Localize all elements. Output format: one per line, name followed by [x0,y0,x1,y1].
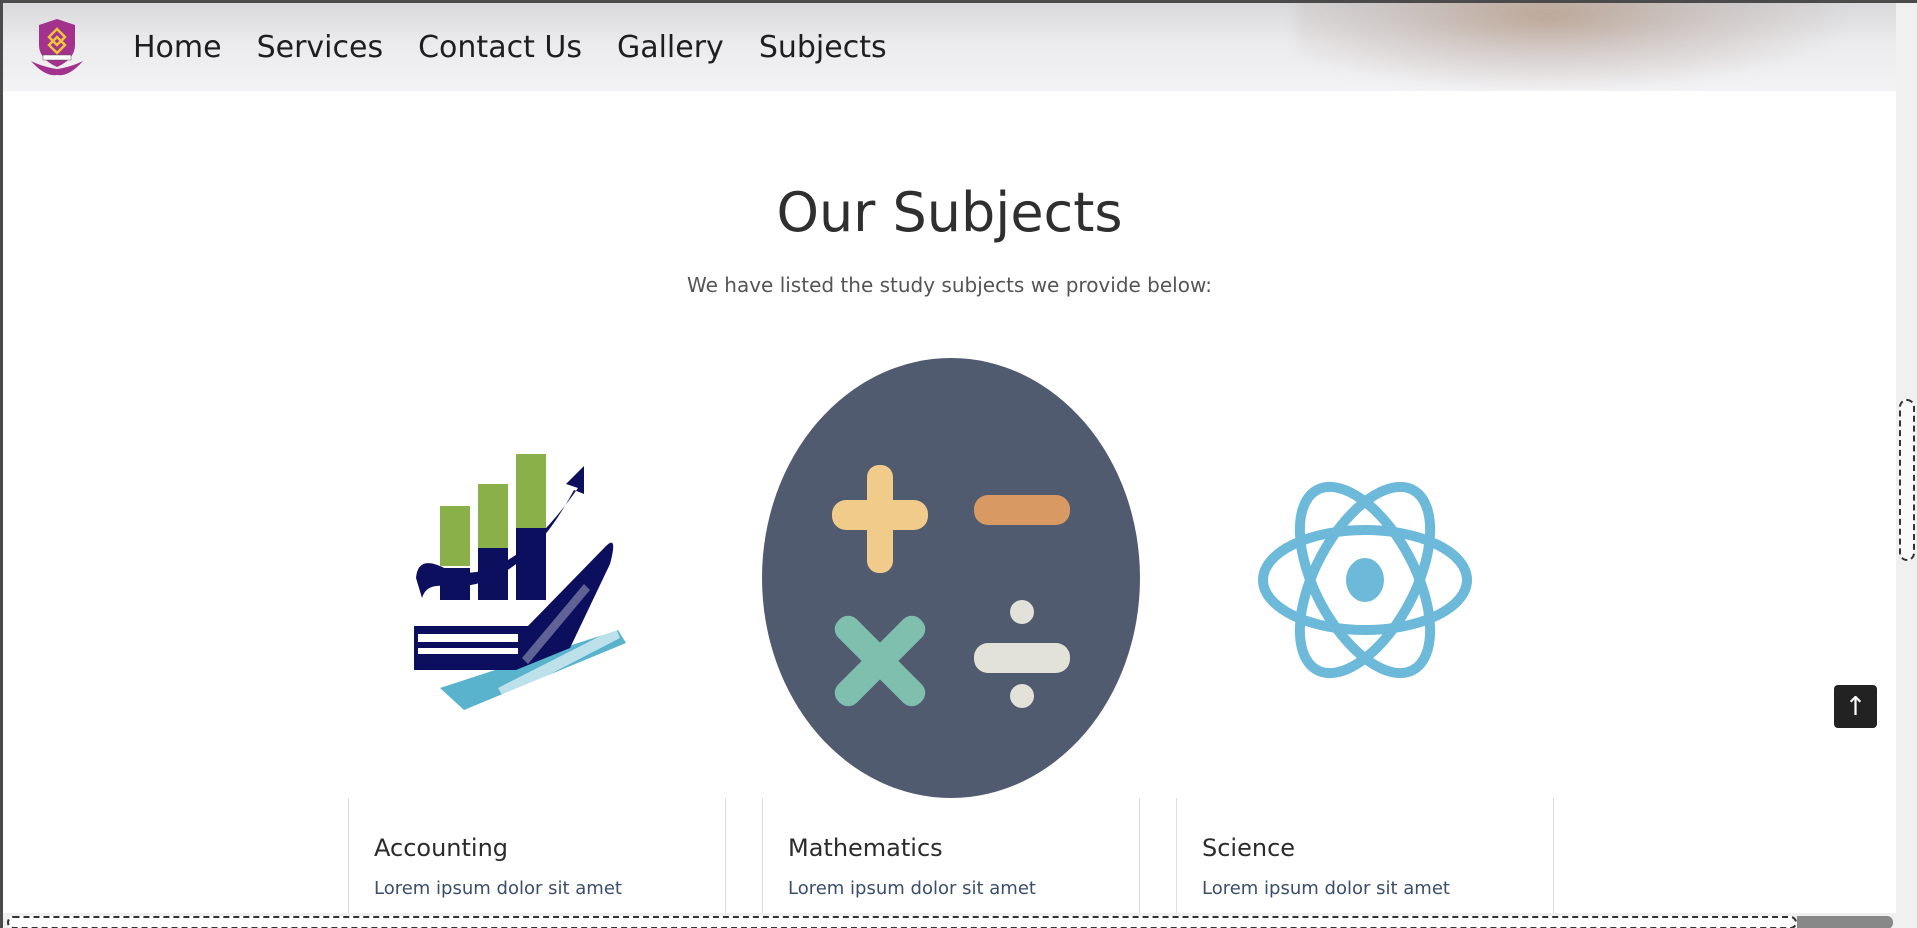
section-title: Our Subjects [776,181,1123,244]
main-nav: Home Services Contact Us Gallery Subject… [133,3,922,91]
subject-card-body: Science Lorem ipsum dolor sit amet [1176,798,1554,928]
horizontal-scrollbar-end [1797,916,1893,928]
subject-image [1176,358,1554,798]
nav-home[interactable]: Home [133,30,222,65]
school-logo-icon[interactable] [25,15,89,79]
arrow-up-icon: ↑ [1844,691,1867,722]
subject-description: Lorem ipsum dolor sit amet [1202,878,1450,899]
atom-icon [1258,481,1472,679]
subject-name: Accounting [374,834,509,862]
subject-card-mathematics[interactable]: Mathematics Lorem ipsum dolor sit amet [762,358,1140,928]
navbar: Home Services Contact Us Gallery Subject… [3,3,1896,91]
subject-image [348,358,726,798]
back-to-top-button[interactable]: ↑ [1834,685,1877,728]
header-background-blur [1296,3,1856,91]
math-operators-icon [762,358,1140,798]
vertical-scrollbar-thumb[interactable] [1899,399,1915,561]
subject-card-body: Mathematics Lorem ipsum dolor sit amet [762,798,1140,928]
subject-card-accounting[interactable]: Accounting Lorem ipsum dolor sit amet [348,358,726,928]
subject-card-body: Accounting Lorem ipsum dolor sit amet [348,798,726,928]
section-subtitle: We have listed the study subjects we pro… [687,273,1212,297]
nav-subjects[interactable]: Subjects [759,30,887,65]
accounting-books-chart-icon [414,454,626,710]
subject-image [762,358,1140,798]
subject-description: Lorem ipsum dolor sit amet [788,878,1036,899]
subject-card-science[interactable]: Science Lorem ipsum dolor sit amet [1176,358,1554,928]
nav-contact-us[interactable]: Contact Us [418,30,582,65]
nav-gallery[interactable]: Gallery [617,30,724,65]
subject-name: Mathematics [788,834,943,862]
horizontal-scrollbar-thumb[interactable] [7,916,1797,928]
nav-services[interactable]: Services [257,30,384,65]
subject-description: Lorem ipsum dolor sit amet [374,878,622,899]
subject-name: Science [1202,834,1296,862]
